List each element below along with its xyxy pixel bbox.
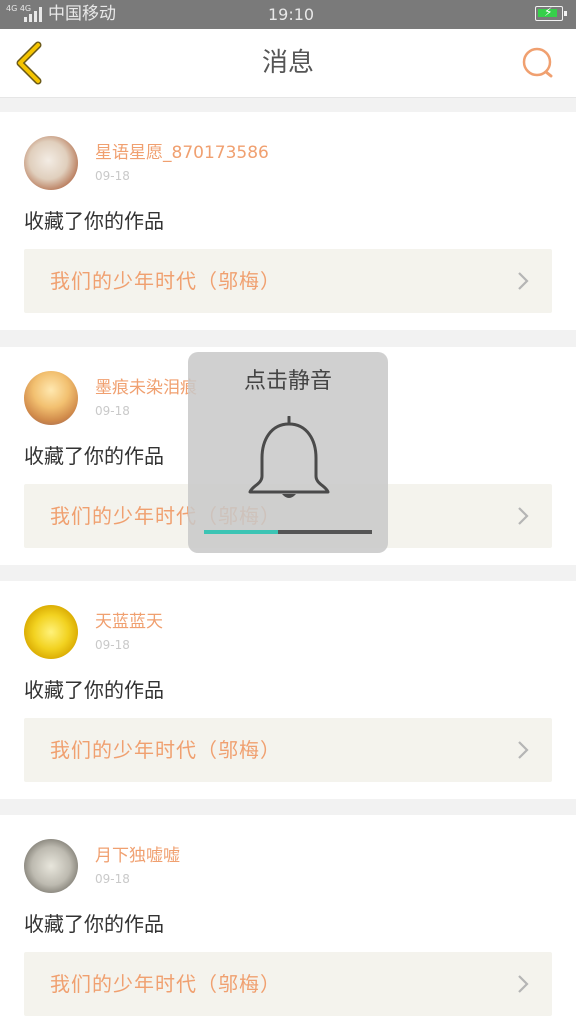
chevron-right-icon — [518, 741, 529, 759]
work-title: 我们的少年时代（邬梅） — [50, 269, 281, 293]
battery-icon: ⚡ — [535, 5, 567, 21]
chevron-right-icon — [518, 272, 529, 290]
chevron-right-icon — [518, 507, 529, 525]
mute-label: 点击静音 — [243, 369, 332, 394]
message-card: 月下独嘘嘘 09-18 收藏了你的作品 我们的少年时代（邬梅） — [0, 815, 576, 1033]
work-title: 我们的少年时代（邬梅） — [50, 972, 281, 996]
status-bar: 4G 4G 中国移动 19:10 ⚡ — [0, 0, 576, 29]
username[interactable]: 月下独嘘嘘 — [95, 845, 180, 867]
page-title: 消息 — [261, 48, 314, 78]
message-card: 天蓝蓝天 09-18 收藏了你的作品 我们的少年时代（邬梅） — [0, 581, 576, 799]
carrier-name: 中国移动 — [48, 4, 116, 24]
avatar[interactable] — [24, 136, 78, 190]
action-text: 收藏了你的作品 — [24, 209, 164, 233]
nav-bar: 消息 — [0, 29, 576, 98]
username[interactable]: 天蓝蓝天 — [95, 611, 163, 633]
message-date: 09-18 — [95, 169, 130, 183]
volume-bar-fill — [204, 530, 278, 534]
action-text: 收藏了你的作品 — [24, 444, 164, 468]
username[interactable]: 星语星愿_870173586 — [95, 142, 269, 164]
action-text: 收藏了你的作品 — [24, 678, 164, 702]
message-date: 09-18 — [95, 872, 130, 886]
avatar[interactable] — [24, 605, 78, 659]
message-date: 09-18 — [95, 638, 130, 652]
action-text: 收藏了你的作品 — [24, 912, 164, 936]
work-link[interactable]: 我们的少年时代（邬梅） — [24, 952, 552, 1016]
bell-icon — [248, 416, 330, 498]
work-link[interactable]: 我们的少年时代（邬梅） — [24, 718, 552, 782]
chevron-right-icon — [518, 975, 529, 993]
status-time: 19:10 — [268, 5, 315, 24]
signal-icon — [24, 7, 44, 22]
work-title: 我们的少年时代（邬梅） — [50, 738, 281, 762]
avatar[interactable] — [24, 839, 78, 893]
volume-bar[interactable] — [204, 530, 372, 534]
work-link[interactable]: 我们的少年时代（邬梅） — [24, 249, 552, 313]
search-button[interactable] — [518, 43, 558, 83]
avatar[interactable] — [24, 371, 78, 425]
username[interactable]: 墨痕未染泪痕 — [95, 377, 197, 399]
message-card: 星语星愿_870173586 09-18 收藏了你的作品 我们的少年时代（邬梅） — [0, 112, 576, 330]
search-icon — [522, 47, 553, 78]
message-date: 09-18 — [95, 404, 130, 418]
mute-overlay[interactable]: 点击静音 — [188, 352, 388, 553]
